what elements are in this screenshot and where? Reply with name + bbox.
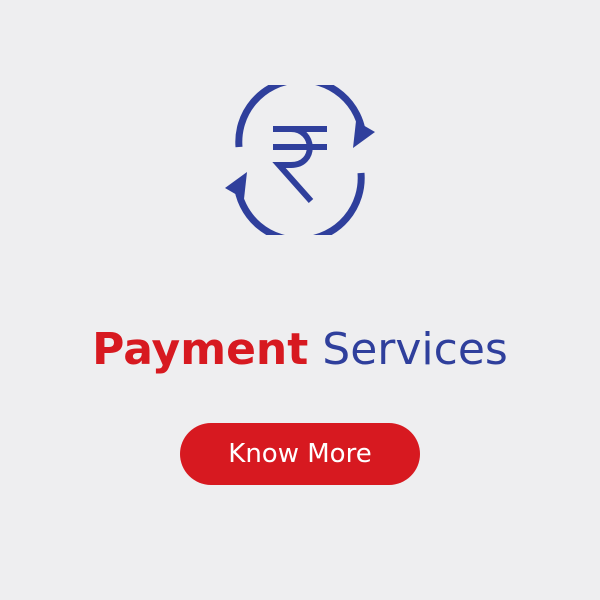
rupee-exchange-icon — [225, 85, 375, 235]
title-highlight: Payment — [92, 324, 309, 375]
know-more-button[interactable]: Know More — [180, 423, 420, 485]
service-card: Payment Services Know More — [0, 0, 600, 600]
title-rest: Services — [322, 324, 508, 375]
page-title: Payment Services — [0, 318, 600, 382]
